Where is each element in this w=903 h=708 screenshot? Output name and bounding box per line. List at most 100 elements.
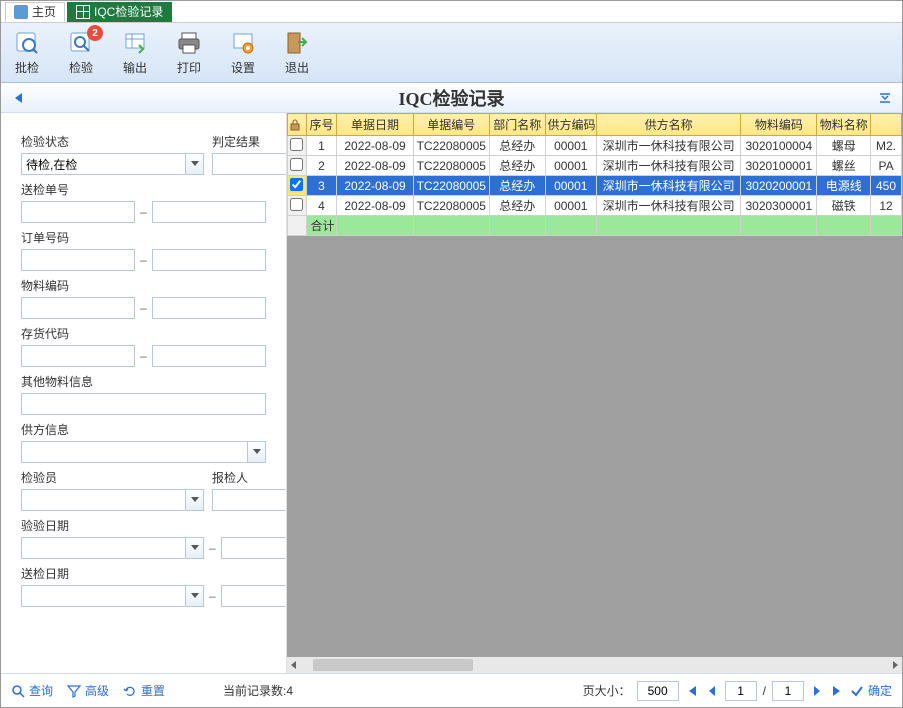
query-button[interactable]: 查询: [11, 682, 53, 699]
sum-label: 合计: [306, 216, 337, 236]
table-row[interactable]: 42022-08-09TC22080005总经办00001深圳市一休科技有限公司…: [288, 196, 902, 216]
print-label: 打印: [177, 59, 201, 76]
page-size-input[interactable]: [637, 681, 679, 701]
exit-label: 退出: [285, 59, 309, 76]
inspector-combo[interactable]: [21, 489, 204, 511]
row-checkbox[interactable]: [290, 198, 303, 211]
page-total-input[interactable]: [772, 681, 804, 701]
tab-bar: 主页 IQC检验记录: [1, 1, 902, 23]
supplier-combo[interactable]: [21, 441, 266, 463]
pager-prev-icon[interactable]: [705, 684, 719, 698]
order-no-label: 订单号码: [21, 229, 266, 246]
page-current-input[interactable]: [725, 681, 757, 701]
confirm-button[interactable]: 确定: [850, 682, 892, 699]
material-code-from[interactable]: [21, 297, 135, 319]
row-checkbox[interactable]: [290, 138, 303, 151]
supplier-input[interactable]: [22, 442, 247, 462]
col-header[interactable]: 序号: [306, 114, 337, 136]
col-header[interactable]: [871, 114, 902, 136]
chevron-down-icon[interactable]: [185, 490, 203, 510]
pager-last-icon[interactable]: [830, 684, 844, 698]
nav-collapse-icon[interactable]: [878, 91, 892, 105]
filter-icon: [67, 684, 81, 698]
summary-row: 合计: [288, 216, 902, 236]
row-checkbox[interactable]: [290, 178, 303, 191]
row-checkbox[interactable]: [290, 158, 303, 171]
chevron-down-icon[interactable]: [185, 538, 203, 558]
send-date-to[interactable]: [221, 585, 287, 607]
table-row[interactable]: 22022-08-09TC22080005总经办00001深圳市一休科技有限公司…: [288, 156, 902, 176]
material-code-to[interactable]: [152, 297, 266, 319]
reporter-combo[interactable]: [212, 489, 287, 511]
tab-iqc-records[interactable]: IQC检验记录: [67, 2, 172, 22]
print-button[interactable]: 打印: [171, 27, 207, 78]
col-header[interactable]: 供方名称: [597, 114, 741, 136]
inspector-input[interactable]: [22, 490, 185, 510]
tab-home[interactable]: 主页: [5, 2, 65, 22]
table-row[interactable]: 12022-08-09TC22080005总经办00001深圳市一休科技有限公司…: [288, 136, 902, 156]
other-material-label: 其他物料信息: [21, 373, 266, 390]
cell: 3: [306, 176, 337, 196]
scroll-left-icon[interactable]: [287, 658, 301, 672]
tab-home-label: 主页: [32, 3, 56, 20]
chevron-down-icon[interactable]: [247, 442, 265, 462]
cell: 2022-08-09: [337, 196, 413, 216]
reporter-input[interactable]: [213, 490, 287, 510]
nav-first-icon[interactable]: [11, 91, 25, 105]
stock-code-to[interactable]: [152, 345, 266, 367]
cell: 1: [306, 136, 337, 156]
reset-button[interactable]: 重置: [123, 682, 165, 699]
verify-date-to[interactable]: [221, 537, 287, 559]
batch-inspect-button[interactable]: 批检: [9, 27, 45, 78]
stock-code-from[interactable]: [21, 345, 135, 367]
col-header[interactable]: 部门名称: [489, 114, 545, 136]
cell: 总经办: [489, 196, 545, 216]
pager-first-icon[interactable]: [685, 684, 699, 698]
scroll-thumb[interactable]: [313, 659, 473, 671]
cell: 磁铁: [817, 196, 871, 216]
verdict-input[interactable]: [213, 154, 287, 174]
query-label: 查询: [29, 682, 53, 699]
status-input[interactable]: [22, 154, 185, 174]
settings-label: 设置: [231, 59, 255, 76]
col-header[interactable]: 供方编码: [545, 114, 597, 136]
export-button[interactable]: 输出: [117, 27, 153, 78]
send-no-from[interactable]: [21, 201, 135, 223]
chevron-down-icon[interactable]: [185, 586, 203, 606]
material-code-label: 物料编码: [21, 277, 266, 294]
other-material-input[interactable]: [21, 393, 266, 415]
verify-date-from[interactable]: [21, 537, 204, 559]
horizontal-scrollbar[interactable]: [287, 657, 902, 673]
chevron-down-icon[interactable]: [185, 154, 203, 174]
cell: 4: [306, 196, 337, 216]
cell: 00001: [545, 156, 597, 176]
scroll-right-icon[interactable]: [888, 658, 902, 672]
reset-label: 重置: [141, 682, 165, 699]
col-header[interactable]: 单据日期: [337, 114, 413, 136]
settings-icon: [229, 29, 257, 57]
table-row[interactable]: 32022-08-09TC22080005总经办00001深圳市一休科技有限公司…: [288, 176, 902, 196]
record-count: 当前记录数:4: [223, 682, 293, 699]
col-header[interactable]: 单据编号: [413, 114, 489, 136]
inspect-button[interactable]: 2 检验: [63, 27, 99, 78]
order-no-from[interactable]: [21, 249, 135, 271]
pager-next-icon[interactable]: [810, 684, 824, 698]
col-header[interactable]: 物料编码: [741, 114, 817, 136]
send-no-to[interactable]: [152, 201, 266, 223]
advanced-button[interactable]: 高级: [67, 682, 109, 699]
cell: 电源线: [817, 176, 871, 196]
batch-inspect-icon: [13, 29, 41, 57]
settings-button[interactable]: 设置: [225, 27, 261, 78]
exit-button[interactable]: 退出: [279, 27, 315, 78]
grid-icon: [76, 5, 90, 19]
status-combo[interactable]: [21, 153, 204, 175]
send-date-from[interactable]: [21, 585, 204, 607]
verdict-combo[interactable]: [212, 153, 287, 175]
inspector-label: 检验员: [21, 469, 204, 486]
grid-table[interactable]: 序号单据日期单据编号部门名称供方编码供方名称物料编码物料名称12022-08-0…: [287, 113, 902, 236]
status-bar: 查询 高级 重置 当前记录数:4 页大小： / 确定: [1, 673, 902, 707]
col-header[interactable]: 物料名称: [817, 114, 871, 136]
order-no-to[interactable]: [152, 249, 266, 271]
reporter-label: 报检人: [212, 469, 287, 486]
cell: TC22080005: [413, 156, 489, 176]
